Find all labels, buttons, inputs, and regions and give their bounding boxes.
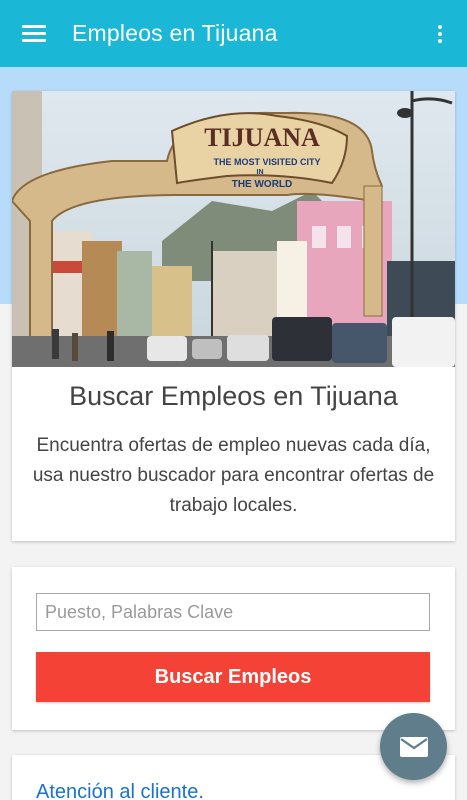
more-options-icon[interactable] bbox=[434, 24, 446, 46]
menu-icon[interactable] bbox=[22, 24, 46, 44]
arch-subtext-in: IN bbox=[257, 169, 264, 176]
hero-image: TIJUANA THE MOST VISITED CITY IN THE WOR… bbox=[12, 91, 455, 367]
arch-text: TIJUANA bbox=[204, 123, 320, 152]
arch-subtext-world: THE WORLD bbox=[232, 179, 293, 190]
contact-fab-button[interactable] bbox=[380, 713, 447, 780]
keyword-search-input[interactable] bbox=[36, 593, 430, 631]
search-jobs-button[interactable]: Buscar Empleos bbox=[36, 652, 430, 702]
hero-card: TIJUANA THE MOST VISITED CITY IN THE WOR… bbox=[12, 91, 455, 541]
customer-support-link[interactable]: Atención al cliente. bbox=[36, 781, 204, 800]
search-card: Buscar Empleos bbox=[12, 567, 455, 730]
mail-icon bbox=[399, 736, 428, 757]
app-bar: Empleos en Tijuana bbox=[0, 0, 467, 67]
arch-subtext: THE MOST VISITED CITY bbox=[213, 157, 320, 167]
app-title: Empleos en Tijuana bbox=[72, 20, 278, 46]
hero-title: Buscar Empleos en Tijuana bbox=[69, 381, 398, 411]
hero-description: Encuentra ofertas de empleo nuevas cada … bbox=[32, 435, 435, 516]
